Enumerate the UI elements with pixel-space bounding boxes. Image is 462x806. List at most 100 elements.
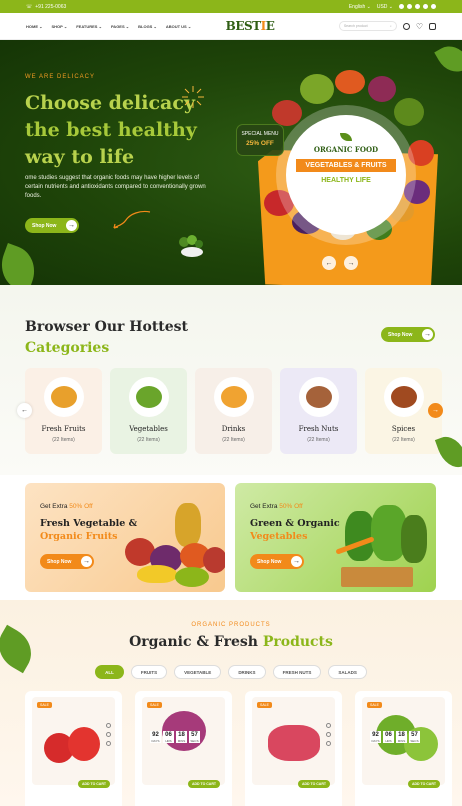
nav-item-features[interactable]: FEATURES ⌄ [76, 24, 102, 29]
twitter-icon[interactable] [407, 4, 412, 9]
user-icon[interactable] [402, 22, 410, 30]
category-next-button[interactable]: → [428, 403, 443, 418]
kale-image [394, 98, 424, 126]
filter-tab-drinks[interactable]: DRINKS [228, 665, 266, 679]
special-menu-badge: SPECIAL MENU 25% OFF [236, 124, 284, 156]
sale-badge: SALE [257, 702, 272, 708]
nav-item-blogs[interactable]: BLOGS ⌄ [138, 24, 157, 29]
slider-prev-button[interactable]: ← [322, 256, 336, 270]
hero-slider-arrows: ← → [322, 256, 358, 270]
cart-icon[interactable] [429, 22, 436, 30]
hero-shop-button[interactable]: Shop Now → [25, 218, 79, 233]
categories-title: Browser Our Hottest Categories [25, 319, 189, 356]
promo-title-fruits: Fresh Vegetable & Organic Fruits [40, 518, 138, 542]
search-input[interactable]: Search product ⌕ [338, 21, 397, 31]
quick-view-icon[interactable] [326, 741, 331, 746]
nuts-icon [306, 386, 332, 408]
add-to-cart-button[interactable]: ADD TO CART [407, 780, 440, 788]
instagram-icon[interactable] [423, 4, 428, 9]
phone-info: ☏ +91 225-0063 [26, 4, 66, 10]
herb-bowl-image [179, 235, 203, 257]
compare-icon[interactable] [326, 732, 331, 737]
quick-view-icon[interactable] [106, 741, 111, 746]
category-prev-button[interactable]: ← [17, 403, 32, 418]
filter-tab-vegetable[interactable]: VEGETABLE [174, 665, 222, 679]
fruits-icon [51, 386, 77, 408]
heart-icon[interactable]: ♡ [416, 22, 423, 31]
product-card[interactable]: SALE ADD TO CART [245, 691, 342, 806]
add-to-cart-button[interactable]: ADD TO CART [187, 780, 220, 788]
product-card[interactable]: SALE 92 DAYS 06 HRS 18 MINS 57 SECS ADD TO C… [135, 691, 232, 806]
promo-vegetables-shop-button[interactable]: Shop Now → [250, 554, 304, 569]
sale-badge: SALE [37, 702, 52, 708]
category-card-fresh-fruits[interactable]: Fresh Fruits (22 Items) [25, 368, 102, 454]
grapes-image [368, 76, 396, 102]
nav-actions: Search product ⌕ ♡ [338, 21, 436, 31]
compare-icon[interactable] [106, 732, 111, 737]
product-image-meat [252, 697, 335, 785]
social-links [399, 4, 436, 9]
pinterest-icon[interactable] [431, 4, 436, 9]
facebook-icon[interactable] [399, 4, 404, 9]
add-to-cart-button[interactable]: ADD TO CART [297, 780, 330, 788]
arrow-right-icon: → [66, 220, 77, 231]
filter-tab-all[interactable]: ALL [95, 665, 124, 679]
hero-eyebrow: WE ARE DELICACY [25, 74, 96, 80]
product-card[interactable]: SALE ADD TO CART [25, 691, 122, 806]
category-card-fresh-nuts[interactable]: Fresh Nuts (22 Items) [280, 368, 357, 454]
language-select[interactable]: English ⌄ [349, 4, 371, 10]
youtube-icon[interactable] [415, 4, 420, 9]
radish-image [408, 140, 434, 166]
hero-description: ome studies suggest that organic foods m… [25, 175, 206, 199]
tomato-image [272, 100, 302, 126]
nav-item-home[interactable]: HOME ⌄ [26, 24, 42, 29]
phone-icon: ☏ [26, 3, 33, 10]
wishlist-icon[interactable] [326, 723, 331, 728]
search-icon[interactable]: ⌕ [390, 24, 392, 28]
nav-menu: HOME ⌄ SHOP ⌄ FEATURES ⌄ PAGES ⌄ BLOGS ⌄… [26, 24, 191, 29]
countdown-timer: 92 DAYS 06 HRS 18 MINS 57 SECS [150, 731, 200, 743]
vegetables-icon [136, 386, 162, 408]
leaf-icon [340, 133, 352, 141]
products-title: Organic & Fresh Products [129, 634, 333, 650]
product-filter-tabs: ALL FRUITS VEGETABLE DRINKS FRESH NUTS S… [0, 665, 462, 679]
site-logo[interactable]: BESTIE [226, 19, 275, 33]
product-card[interactable]: SALE 92 DAYS 06 HRS 18 MINS 57 SECS ADD TO C… [355, 691, 452, 806]
promo-fruits-shop-button[interactable]: Shop Now → [40, 554, 94, 569]
category-card-vegetables[interactable]: Vegetables (22 Items) [110, 368, 187, 454]
plate-label-organic: ORGANIC FOOD [313, 145, 379, 154]
hero-plate: ORGANIC FOOD VEGETABLES & FRUITS HEALTHY… [286, 115, 406, 235]
categories-shop-button[interactable]: Shop Now → [381, 327, 435, 342]
arrow-right-icon: → [422, 329, 433, 340]
category-card-drinks[interactable]: Drinks (22 Items) [195, 368, 272, 454]
products-eyebrow: ORGANIC PRODUCTS [191, 622, 271, 628]
nav-item-pages[interactable]: PAGES ⌄ [111, 24, 129, 29]
nav-item-about[interactable]: ABOUT US ⌄ [166, 24, 191, 29]
drinks-icon [221, 386, 247, 408]
curly-arrow-icon [113, 210, 151, 229]
categories-section: Browser Our Hottest Categories Shop Now →… [0, 285, 462, 475]
sun-doodle-icon [182, 86, 204, 108]
nav-item-shop[interactable]: SHOP ⌄ [51, 24, 67, 29]
products-section: ORGANIC PRODUCTS Organic & Fresh Product… [0, 600, 462, 806]
promo-banner-fruits: Get Extra 50% Off Fresh Vegetable & Orga… [25, 483, 225, 592]
wishlist-icon[interactable] [106, 723, 111, 728]
filter-tab-fresh-nuts[interactable]: FRESH NUTS [272, 665, 322, 679]
slider-next-button[interactable]: → [344, 256, 358, 270]
plate-label-healthy: HEALTHY LIFE [321, 177, 371, 184]
top-bar: ☏ +91 225-0063 English ⌄ USD ⌄ [0, 0, 462, 13]
add-to-cart-button[interactable]: ADD TO CART [77, 780, 110, 788]
product-image-strawberry [32, 697, 115, 785]
arrow-right-icon: → [81, 556, 92, 567]
basil-leaf-decoration-right [434, 431, 462, 473]
main-nav: HOME ⌄ SHOP ⌄ FEATURES ⌄ PAGES ⌄ BLOGS ⌄… [0, 13, 462, 40]
promo-title-vegetables: Green & Organic Vegetables [250, 518, 340, 542]
currency-select[interactable]: USD ⌄ [377, 4, 393, 10]
sale-badge: SALE [147, 702, 162, 708]
filter-tab-fruits[interactable]: FRUITS [130, 665, 168, 679]
basil-leaf-decoration [0, 243, 42, 285]
filter-tab-salads[interactable]: SALADS [328, 665, 367, 679]
category-list: Fresh Fruits (22 Items) Vegetables (22 I… [25, 368, 442, 454]
countdown-timer: 92 DAYS 06 HRS 18 MINS 57 SECS [370, 731, 420, 743]
promo-banner-vegetables: Get Extra 50% Off Green & Organic Vegeta… [235, 483, 436, 592]
